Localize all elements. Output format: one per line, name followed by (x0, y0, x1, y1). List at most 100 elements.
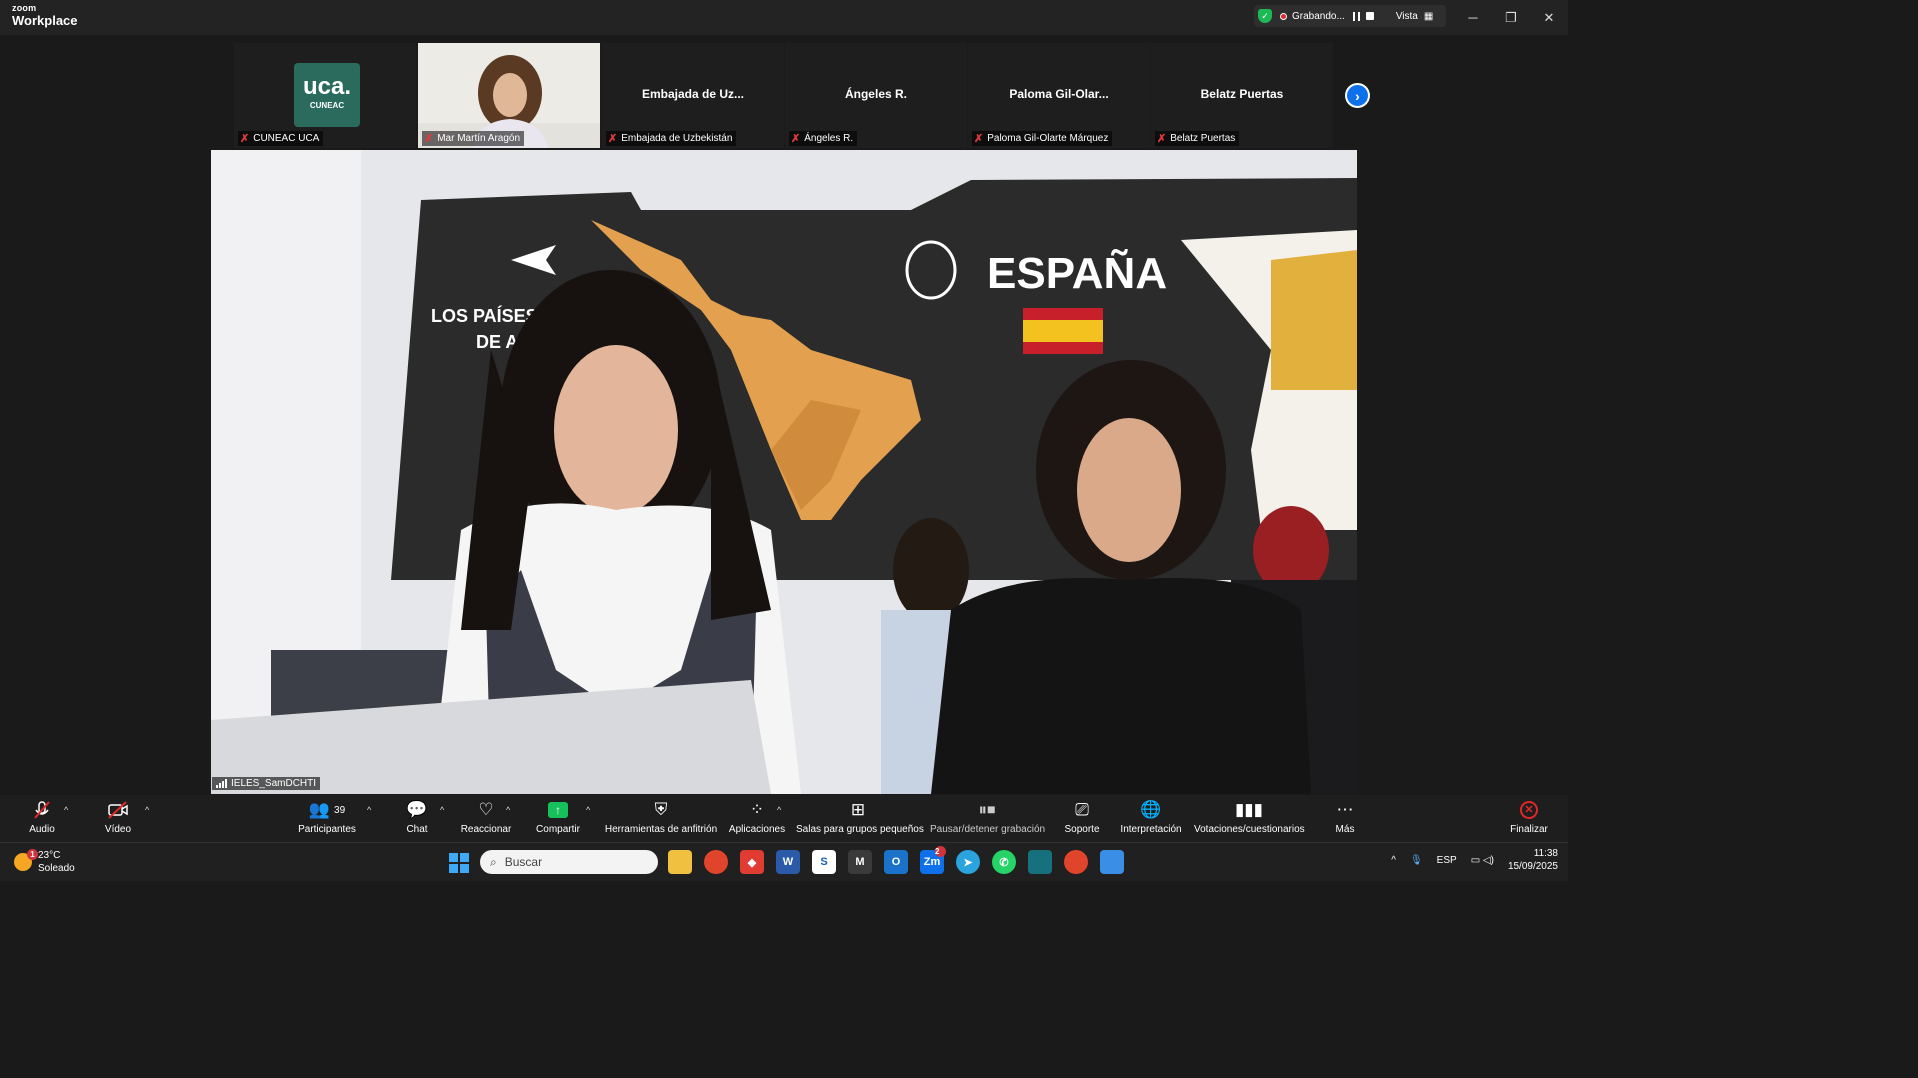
participant-tile-embajada[interactable]: Embajada de Uz... ✗ Embajada de Uzbekistá… (602, 43, 784, 148)
clock[interactable]: 11:38 15/09/2025 (1508, 847, 1558, 873)
support-button[interactable]: ⎚ Soporte (1062, 799, 1102, 835)
meeting-toolbar: Audio ^ Vídeo ^ 👥 39 Participantes ^ 💬 Ch… (0, 795, 1568, 842)
participants-icon: 👥 (308, 800, 331, 819)
view-button[interactable]: Vista ▦ (1396, 11, 1434, 22)
participant-tile-name: Paloma Gil-Olar... (1009, 87, 1109, 101)
show-hidden-icons-chevron-icon[interactable]: ^ (1391, 855, 1396, 866)
participants-options-chevron-icon[interactable]: ^ (367, 805, 371, 815)
participant-gallery-strip: uca. CUNEAC ✗ CUNEAC UCA ✗ Mar Martín Arag… (234, 43, 1334, 148)
pause-stop-recording-button[interactable]: ⏸⏹ Pausar/detener grabación (930, 799, 1045, 835)
participant-tile-mar[interactable]: ✗ Mar Martín Aragón (418, 43, 600, 148)
zoom-taskbar-icon[interactable]: Zm 2 (920, 846, 946, 874)
telegram-icon[interactable]: ➤ (956, 850, 980, 874)
share-screen-icon: ↑ (548, 802, 568, 818)
participant-tile-cuneac[interactable]: uca. CUNEAC ✗ CUNEAC UCA (234, 43, 416, 148)
breakout-grid-icon: ⊞ (850, 800, 866, 819)
mic-muted-icon (22, 799, 62, 821)
react-button[interactable]: ♡ Reaccionar (460, 799, 512, 835)
grid-view-icon: ▦ (1423, 10, 1434, 22)
shield-icon: ⛨ (654, 800, 668, 819)
minimize-button[interactable]: ─ (1454, 0, 1492, 35)
active-speaker-name: IELES_SamDCHTI (231, 778, 317, 789)
participant-tile-name: Belatz Puertas (1200, 87, 1284, 101)
muted-mic-icon: ✗ (424, 133, 434, 145)
system-tray: ^ 🎙 ESP ▭ ◁) 11:38 15/09/2025 (1391, 847, 1558, 873)
interpretation-button[interactable]: 🌐 Interpretación (1120, 799, 1182, 835)
participant-name-label: ✗ CUNEAC UCA (238, 131, 324, 146)
active-speaker-label: IELES_SamDCHTI (212, 777, 321, 790)
chat-options-chevron-icon[interactable]: ^ (440, 805, 444, 815)
temperature: 23°C (38, 850, 61, 861)
video-options-chevron-icon[interactable]: ^ (145, 805, 149, 815)
anydesk-icon[interactable]: ◆ (740, 850, 764, 874)
start-windows-icon[interactable] (449, 853, 469, 873)
participant-tile-paloma[interactable]: Paloma Gil-Olar... ✗ Paloma Gil-Olarte Má… (968, 43, 1150, 148)
share-options-chevron-icon[interactable]: ^ (586, 805, 590, 815)
host-tools-button[interactable]: ⛨ Herramientas de anfitrión (604, 799, 718, 835)
file-explorer-icon[interactable] (668, 850, 692, 874)
app-logo: zoom Workplace (12, 3, 78, 28)
date: 15/09/2025 (1507, 861, 1558, 872)
chrome-icon[interactable] (704, 850, 728, 874)
participant-name-label: ✗ Embajada de Uzbekistán (606, 131, 737, 146)
weather-condition: Soleado (38, 863, 75, 874)
photos-icon[interactable] (1100, 850, 1124, 874)
support-cast-icon: ⎚ (1075, 800, 1089, 819)
speaker-video-frame: LOS PAÍSES HISPA DE AMÉRI ESPAÑA (211, 150, 1357, 794)
next-page-chevron-icon[interactable]: › (1345, 83, 1370, 108)
participant-tile-belatz[interactable]: Belatz Puertas ✗ Belatz Puertas (1151, 43, 1333, 148)
stop-recording-icon[interactable] (1365, 12, 1374, 20)
close-button[interactable]: ✕ (1530, 0, 1568, 35)
react-options-chevron-icon[interactable]: ^ (506, 805, 510, 815)
chat-button[interactable]: 💬 Chat (400, 799, 434, 835)
restore-button[interactable]: ❐ (1492, 0, 1530, 35)
teal-app-icon[interactable] (1028, 850, 1052, 874)
recording-label: Grabando... (1292, 10, 1345, 22)
polls-button[interactable]: ▮▮▮ Votaciones/cuestionarios (1194, 799, 1305, 835)
recording-dot-icon (1280, 12, 1287, 20)
video-button[interactable]: Vídeo (100, 799, 136, 835)
chrome-profile-icon[interactable] (1064, 850, 1088, 874)
language-indicator[interactable]: ESP (1437, 855, 1457, 866)
sun-icon: 1 (14, 849, 38, 871)
end-meeting-button[interactable]: ✕ Finalizar (1508, 799, 1550, 835)
s-app-icon[interactable]: S (812, 850, 836, 874)
search-placeholder: Buscar (504, 855, 543, 869)
pause-recording-icon[interactable] (1352, 11, 1360, 21)
participant-tile-angeles[interactable]: Ángeles R. ✗ Ángeles R. (785, 43, 967, 148)
more-dots-icon: ⋯ (1336, 800, 1354, 819)
time: 11:38 (1533, 848, 1558, 859)
microphone-tray-icon[interactable]: 🎙 (1410, 855, 1423, 866)
bar-chart-icon: ▮▮▮ (1234, 800, 1264, 819)
audio-options-chevron-icon[interactable]: ^ (64, 805, 68, 815)
signal-strength-icon (216, 779, 227, 788)
globe-icon: 🌐 (1140, 800, 1162, 819)
brand-name: Workplace (12, 13, 78, 28)
recording-indicator: ✓ Grabando... Vista ▦ (1254, 5, 1446, 27)
taskbar-search[interactable]: ⌕ Buscar (480, 850, 658, 874)
audio-button[interactable]: Audio (22, 799, 62, 835)
weather-widget[interactable]: 1 23°C Soleado (14, 849, 75, 875)
muted-mic-icon: ✗ (608, 133, 618, 145)
apps-options-chevron-icon[interactable]: ^ (777, 805, 781, 815)
encryption-shield-icon[interactable]: ✓ (1258, 9, 1272, 23)
word-icon[interactable]: W (776, 850, 800, 874)
brand-small: zoom (12, 3, 37, 13)
share-button[interactable]: ↑ Compartir (534, 799, 582, 835)
uca-logo: uca. CUNEAC (294, 63, 360, 127)
outlook-icon[interactable]: O (884, 850, 908, 874)
whatsapp-icon[interactable]: ✆ (992, 850, 1016, 874)
pause-stop-icon: ⏸⏹ (978, 800, 996, 819)
breakout-rooms-button[interactable]: ⊞ Salas para grupos pequeños (796, 799, 924, 835)
zoom-badge: 2 (935, 846, 946, 857)
participants-count: 39 (334, 804, 346, 816)
network-volume-icon[interactable]: ▭ ◁) (1471, 855, 1494, 866)
participant-name-label: ✗ Ángeles R. (789, 131, 858, 146)
participants-button[interactable]: 👥 39 Participantes (298, 799, 356, 835)
end-x-icon: ✕ (1520, 801, 1538, 819)
more-button[interactable]: ⋯ Más (1332, 799, 1358, 835)
espana-text: ESPAÑA (987, 248, 1167, 298)
m-app-icon[interactable]: M (848, 850, 872, 874)
uca-logo-text: uca. (302, 73, 352, 100)
participant-tile-name: Embajada de Uz... (641, 87, 745, 101)
